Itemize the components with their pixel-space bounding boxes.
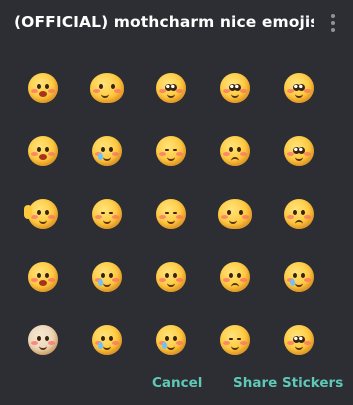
sticker-set-dialog: (OFFICIAL) mothcharm nice emojis s... Ca… [0,0,353,405]
dialog-header: (OFFICIAL) mothcharm nice emojis s... [0,0,353,48]
sticker-emoji-icon [28,261,58,292]
sticker-item[interactable] [203,182,267,245]
sticker-item[interactable] [75,182,139,245]
sticker-emoji-icon [28,135,58,166]
sticker-item[interactable] [267,56,331,119]
sticker-grid [11,56,331,360]
sticker-emoji-icon [156,135,186,166]
sticker-item[interactable] [203,245,267,308]
sticker-emoji-icon [220,135,250,166]
dialog-footer: Cancel Share Stickers [0,360,353,405]
share-stickers-button[interactable]: Share Stickers [233,375,343,391]
sticker-emoji-icon [156,324,186,355]
sticker-emoji-icon [92,261,122,292]
sticker-grid-area[interactable] [0,48,353,360]
sticker-item[interactable] [11,308,75,360]
sticker-item[interactable] [203,56,267,119]
sticker-item[interactable] [11,245,75,308]
sticker-item[interactable] [75,245,139,308]
sticker-item[interactable] [11,119,75,182]
sticker-item[interactable] [139,245,203,308]
sticker-emoji-icon [220,261,250,292]
sticker-emoji-icon [90,72,124,103]
sticker-emoji-icon [92,198,122,229]
sticker-item[interactable] [11,182,75,245]
sticker-set-title: (OFFICIAL) mothcharm nice emojis s... [14,13,314,31]
sticker-emoji-icon [156,261,186,292]
sticker-emoji-icon [156,198,186,229]
sticker-emoji-icon [284,324,314,355]
sticker-item[interactable] [139,119,203,182]
sticker-item[interactable] [139,308,203,360]
sticker-item[interactable] [139,56,203,119]
sticker-item[interactable] [75,308,139,360]
sticker-emoji-icon [218,198,252,229]
sticker-item[interactable] [203,308,267,360]
sticker-emoji-icon [284,198,314,229]
sticker-item[interactable] [267,308,331,360]
sticker-emoji-icon [220,72,250,103]
sticker-item[interactable] [267,119,331,182]
sticker-item[interactable] [11,56,75,119]
sticker-item[interactable] [203,119,267,182]
sticker-item[interactable] [267,245,331,308]
sticker-emoji-icon [284,72,314,103]
sticker-item[interactable] [139,182,203,245]
sticker-emoji-icon [92,135,122,166]
sticker-emoji-icon [24,198,58,229]
sticker-emoji-icon [284,135,314,166]
sticker-item[interactable] [75,56,139,119]
sticker-emoji-icon [156,72,186,103]
sticker-emoji-icon [284,261,314,292]
sticker-emoji-icon [28,72,58,103]
sticker-item[interactable] [267,182,331,245]
sticker-emoji-icon [28,324,58,355]
sticker-emoji-icon [92,324,122,355]
cancel-button[interactable]: Cancel [152,375,202,391]
sticker-emoji-icon [220,324,250,355]
sticker-item[interactable] [75,119,139,182]
more-vertical-icon[interactable] [326,10,340,36]
